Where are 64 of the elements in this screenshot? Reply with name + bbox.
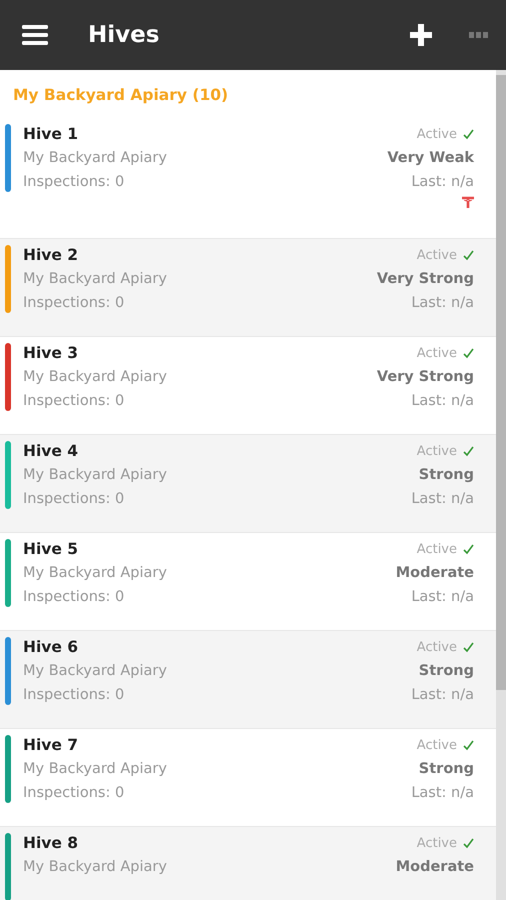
hive-name: Hive 5 (23, 539, 80, 559)
last-inspection: Last: n/a (411, 173, 474, 192)
apiary-heading: My Backyard Apiary (10) (12, 85, 230, 106)
hive-row[interactable]: Hive 2 My Backyard Apiary Inspections: 0 Active Very Strong Last: n/a (0, 239, 496, 337)
inspections-count: Inspections: 0 (23, 784, 126, 803)
status-label: Active (416, 346, 457, 360)
status-label: Active (416, 444, 457, 458)
apiary-name: My Backyard Apiary (23, 149, 168, 168)
inspections-count: Inspections: 0 (23, 173, 126, 192)
inspections-count: Inspections: 0 (23, 686, 126, 705)
menu-button[interactable] (22, 24, 48, 46)
apiary-name: My Backyard Apiary (23, 858, 168, 877)
status-label: Active (416, 738, 457, 752)
inspections-count: Inspections: 0 (23, 490, 126, 509)
scrollbar[interactable] (496, 70, 506, 900)
check-icon (463, 446, 474, 456)
apiary-name: My Backyard Apiary (23, 760, 168, 779)
hive-name: Hive 4 (23, 441, 80, 461)
inspections-count: Inspections: 0 (23, 392, 126, 411)
check-icon (463, 128, 474, 140)
status-label: Active (416, 126, 457, 142)
strength-label: Strong (418, 662, 474, 681)
check-icon (463, 544, 474, 554)
status-label: Active (416, 248, 457, 262)
add-button[interactable] (409, 23, 433, 47)
hive-name: Hive 8 (23, 833, 80, 853)
strength-label: Strong (418, 466, 474, 485)
status-label: Active (416, 640, 457, 654)
status-label: Active (416, 542, 457, 556)
check-icon (463, 642, 474, 652)
last-inspection: Last: n/a (411, 784, 474, 803)
last-inspection: Last: n/a (411, 490, 474, 509)
strength-label: Very Strong (376, 270, 474, 289)
check-icon (463, 348, 474, 358)
apiary-name: My Backyard Apiary (23, 466, 168, 485)
check-icon (463, 740, 474, 750)
screen-title: Hives (88, 22, 160, 48)
more-button[interactable] (469, 32, 489, 38)
inspections-count: Inspections: 0 (23, 294, 126, 313)
strength-label: Moderate (396, 858, 474, 877)
hive-name: Hive 1 (23, 124, 80, 144)
status-label: Active (416, 836, 457, 850)
strength-label: Very Weak (387, 149, 474, 168)
last-inspection: Last: n/a (411, 294, 474, 313)
apiary-name: My Backyard Apiary (23, 662, 168, 681)
apiary-name: My Backyard Apiary (23, 368, 168, 387)
hive-name: Hive 3 (23, 343, 80, 363)
check-icon (463, 250, 474, 260)
check-icon (463, 838, 474, 848)
hive-name: Hive 2 (23, 245, 80, 265)
strength-label: Very Strong (376, 368, 474, 387)
hive-row[interactable]: Hive 8 My Backyard Apiary Active Moderate (0, 827, 496, 900)
inspections-count: Inspections: 0 (23, 588, 126, 607)
hive-row[interactable]: Hive 6 My Backyard Apiary Inspections: 0 Active Strong Last: n/a (0, 631, 496, 729)
hive-row[interactable]: Hive 4 My Backyard Apiary Inspections: 0 Active Strong Last: n/a (0, 435, 496, 533)
apiary-name: My Backyard Apiary (23, 270, 168, 289)
last-inspection: Last: n/a (411, 392, 474, 411)
hive-name: Hive 6 (23, 637, 80, 657)
apiary-name: My Backyard Apiary (23, 564, 168, 583)
strength-label: Strong (418, 760, 474, 779)
last-inspection: Last: n/a (411, 686, 474, 705)
hive-name: Hive 7 (23, 735, 80, 755)
last-inspection: Last: n/a (411, 588, 474, 607)
strength-label: Moderate (396, 564, 474, 583)
